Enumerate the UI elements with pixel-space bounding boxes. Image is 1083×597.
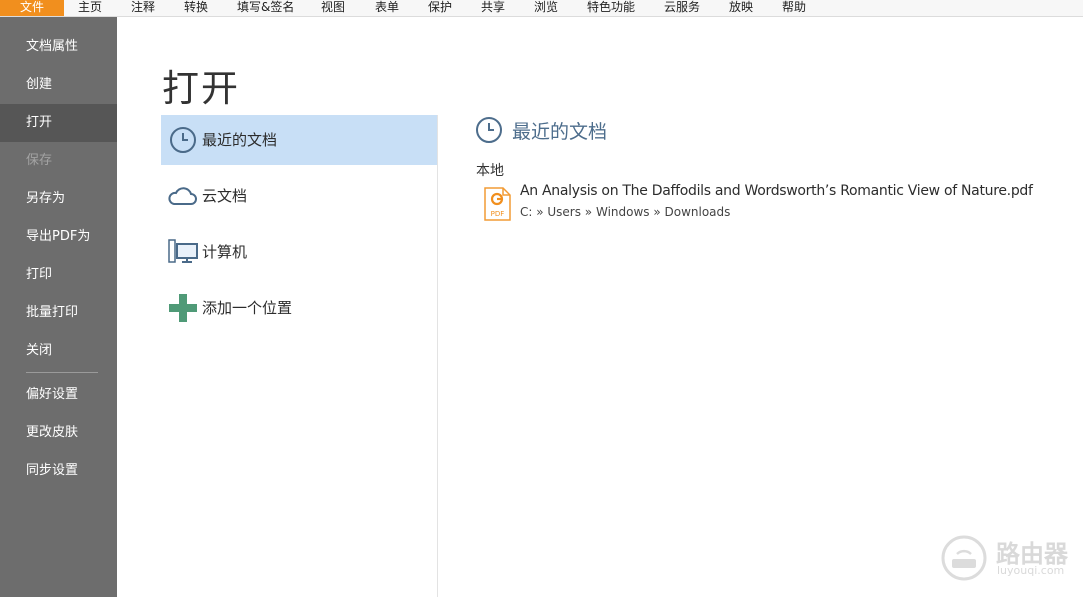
sidebar-item-batch-print[interactable]: 批量打印 <box>0 294 117 332</box>
menu-view[interactable]: 视图 <box>321 0 345 16</box>
sidebar-item-create[interactable]: 创建 <box>0 66 117 104</box>
pdf-file-icon: PDF <box>484 187 511 221</box>
sidebar-item-save-as[interactable]: 另存为 <box>0 180 117 218</box>
menu-file[interactable]: 文件 <box>0 0 64 16</box>
cloud-icon <box>168 187 197 205</box>
sidebar-item-sync-settings[interactable]: 同步设置 <box>0 452 117 490</box>
menu-features[interactable]: 特色功能 <box>587 0 635 16</box>
location-recent-documents[interactable]: 最近的文档 <box>161 115 437 165</box>
sidebar-item-close[interactable]: 关闭 <box>0 332 117 370</box>
sidebar-divider <box>26 372 98 373</box>
location-label: 计算机 <box>202 243 248 261</box>
menu-bar: 文件 主页 注释 转换 填写&签名 视图 表单 保护 共享 浏览 特色功能 云服… <box>0 0 1083 17</box>
computer-icon <box>168 239 198 263</box>
menu-cloud-service[interactable]: 云服务 <box>664 0 700 16</box>
menu-home[interactable]: 主页 <box>78 0 102 16</box>
recent-file-item[interactable]: PDF An Analysis on The Daffodils and Wor… <box>483 180 1043 224</box>
menu-comment[interactable]: 注释 <box>131 0 155 16</box>
menu-protect[interactable]: 保护 <box>428 0 452 16</box>
local-group-label: 本地 <box>476 163 504 179</box>
location-label: 最近的文档 <box>202 131 278 149</box>
menu-convert[interactable]: 转换 <box>184 0 208 16</box>
location-label: 云文档 <box>202 187 248 205</box>
sidebar-item-document-properties[interactable]: 文档属性 <box>0 28 117 66</box>
sidebar-item-open[interactable]: 打开 <box>0 104 117 142</box>
location-computer[interactable]: 计算机 <box>161 227 437 277</box>
recent-documents-title: 最近的文档 <box>512 121 608 143</box>
location-add-place[interactable]: 添加一个位置 <box>161 283 437 333</box>
panel-divider <box>437 115 438 597</box>
sidebar-item-print[interactable]: 打印 <box>0 256 117 294</box>
location-label: 添加一个位置 <box>202 299 293 317</box>
plus-icon <box>169 294 197 322</box>
menu-share[interactable]: 共享 <box>481 0 505 16</box>
sidebar-item-export-pdf[interactable]: 导出PDF为 <box>0 218 117 256</box>
backstage-sidebar: 文档属性 创建 打开 保存 另存为 导出PDF为 打印 批量打印 关闭 偏好设置… <box>0 17 117 597</box>
sidebar-item-change-skin[interactable]: 更改皮肤 <box>0 414 117 452</box>
file-name: An Analysis on The Daffodils and Wordswo… <box>520 183 1033 199</box>
menu-fill-sign[interactable]: 填写&签名 <box>237 0 294 16</box>
sidebar-item-save: 保存 <box>26 153 53 168</box>
watermark: 路由器 luyouqi.com <box>940 534 1070 582</box>
svg-text:PDF: PDF <box>491 210 505 218</box>
sidebar-item-preferences[interactable]: 偏好设置 <box>0 376 117 414</box>
file-path: C: » Users » Windows » Downloads <box>520 205 731 219</box>
menu-browse[interactable]: 浏览 <box>534 0 558 16</box>
location-cloud-documents[interactable]: 云文档 <box>161 171 437 221</box>
clock-icon <box>170 127 196 153</box>
watermark-subtext: luyouqi.com <box>997 564 1065 577</box>
menu-help[interactable]: 帮助 <box>782 0 806 16</box>
menu-present[interactable]: 放映 <box>729 0 753 16</box>
router-logo-icon <box>941 535 987 581</box>
clock-icon <box>476 117 502 143</box>
menu-form[interactable]: 表单 <box>375 0 399 16</box>
page-title: 打开 <box>162 67 240 110</box>
